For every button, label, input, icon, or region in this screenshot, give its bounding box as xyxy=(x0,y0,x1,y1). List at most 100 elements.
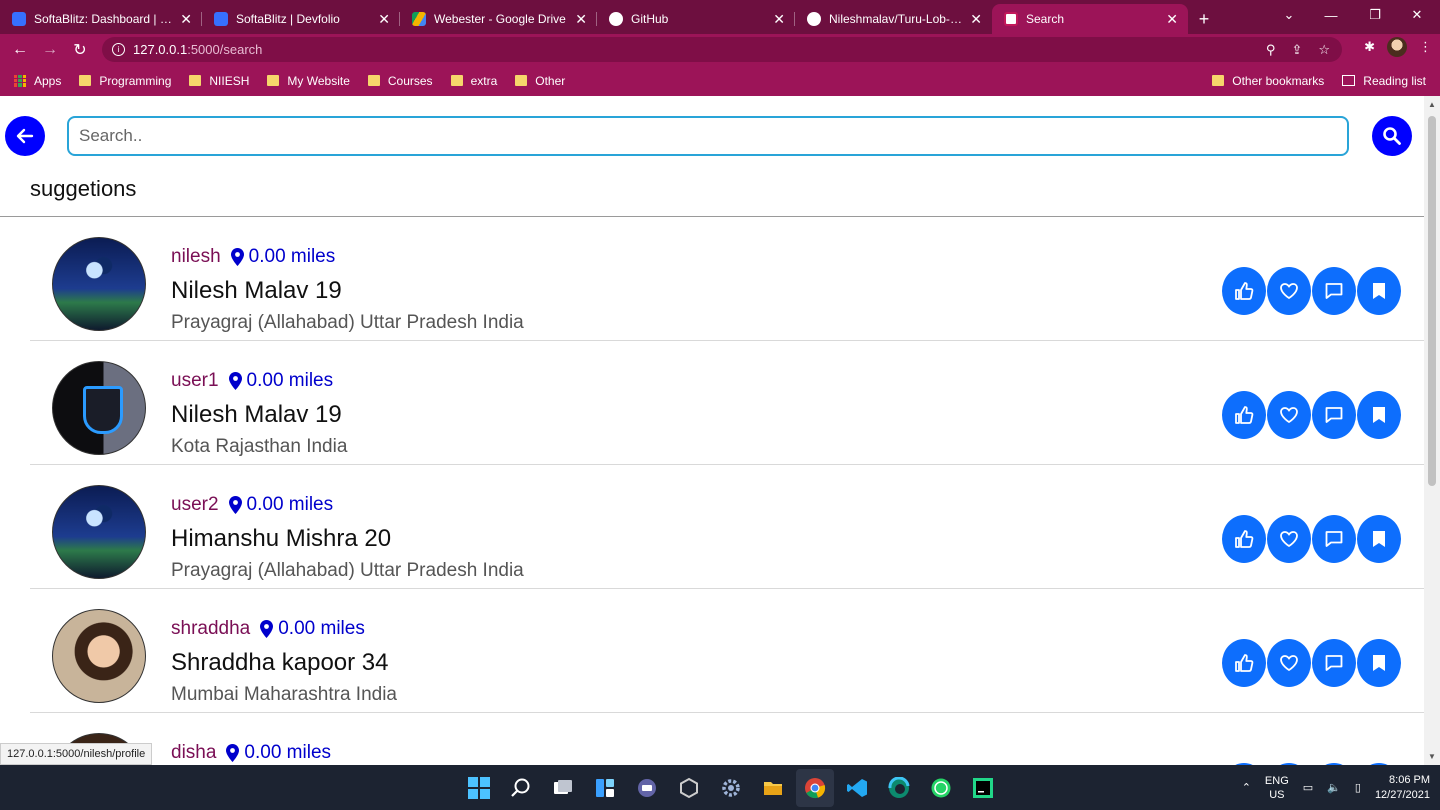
favorite-button[interactable] xyxy=(1267,515,1311,563)
tab-github-repo[interactable]: Nileshmalav/Turu-Lob-By-T ✕ xyxy=(795,4,992,34)
close-tab-icon[interactable]: ✕ xyxy=(970,11,982,28)
section-title: suggetions xyxy=(30,176,137,201)
scrollbar-thumb[interactable] xyxy=(1428,116,1436,486)
username-link[interactable]: disha xyxy=(171,742,216,764)
address-toolbar: ← → ↻ i 127.0.0.1:5000/search ⚲ ⇪ ☆ ✱ ⋮ xyxy=(0,34,1440,65)
profile-picture[interactable] xyxy=(52,485,146,579)
favorite-button[interactable] xyxy=(1267,639,1311,687)
vscode-icon[interactable] xyxy=(838,769,876,807)
close-tab-icon[interactable]: ✕ xyxy=(575,11,587,28)
battery-icon[interactable]: ▯ xyxy=(1355,781,1361,794)
restore-icon[interactable]: ❐ xyxy=(1352,0,1398,30)
heart-icon xyxy=(1280,407,1298,424)
menu-icon[interactable]: ⋮ xyxy=(1419,39,1432,55)
minimize-icon[interactable]: — xyxy=(1308,0,1354,30)
bookmark-folder[interactable]: Courses xyxy=(367,74,433,88)
user-card[interactable]: user1 0.00 miles Nilesh Malav 19 Kota Rajas… xyxy=(30,341,1424,465)
tab-search[interactable]: Search ✕ xyxy=(992,4,1188,34)
unity-icon[interactable] xyxy=(670,769,708,807)
bookmark-button[interactable] xyxy=(1357,515,1401,563)
tab-softablitz-dashboard[interactable]: SoftaBlitz: Dashboard | Devfolio ✕ xyxy=(0,4,202,34)
bookmark-apps[interactable]: Apps xyxy=(14,74,61,88)
language-indicator[interactable]: ENG US xyxy=(1265,774,1289,802)
display-icon[interactable]: ▭ xyxy=(1303,781,1313,794)
chrome-icon[interactable] xyxy=(796,769,834,807)
location-icon[interactable]: ⚲ xyxy=(1266,42,1276,58)
tab-search-dropdown-icon[interactable]: ⌄ xyxy=(1266,0,1312,30)
bookmark-folder[interactable]: Other xyxy=(515,74,565,88)
search-button[interactable] xyxy=(1372,116,1412,156)
profile-picture[interactable] xyxy=(52,237,146,331)
back-button[interactable] xyxy=(5,116,45,156)
file-explorer-icon[interactable] xyxy=(754,769,792,807)
url-bar[interactable]: i 127.0.0.1:5000/search ⚲ ⇪ ☆ xyxy=(102,37,1342,62)
like-button[interactable] xyxy=(1222,267,1266,315)
task-view-icon[interactable] xyxy=(544,769,582,807)
bookmark-button[interactable] xyxy=(1357,391,1401,439)
username-link[interactable]: shraddha xyxy=(171,618,250,640)
profile-picture[interactable] xyxy=(52,609,146,703)
edge-icon[interactable] xyxy=(880,769,918,807)
bookmark-button[interactable] xyxy=(1357,267,1401,315)
like-button[interactable] xyxy=(1222,639,1266,687)
taskbar-search-icon[interactable] xyxy=(502,769,540,807)
profile-picture[interactable] xyxy=(52,361,146,455)
clock[interactable]: 8:06 PM 12/27/2021 xyxy=(1375,773,1430,803)
settings-gear-icon[interactable] xyxy=(712,769,750,807)
favorite-button[interactable] xyxy=(1267,391,1311,439)
user-card[interactable]: nilesh 0.00 miles Nilesh Malav 19 Prayagraj… xyxy=(30,217,1424,341)
bookmark-button[interactable] xyxy=(1357,639,1401,687)
message-button[interactable] xyxy=(1312,267,1356,315)
close-tab-icon[interactable]: ✕ xyxy=(773,11,785,28)
reload-icon[interactable]: ↻ xyxy=(65,35,95,65)
username-link[interactable]: nilesh xyxy=(171,246,221,268)
bookmark-folder[interactable]: NIIESH xyxy=(189,74,249,88)
reading-list[interactable]: Reading list xyxy=(1342,74,1426,88)
user-actions xyxy=(1222,515,1401,563)
user-card[interactable]: user2 0.00 miles Himanshu Mishra 20 Prayagr… xyxy=(30,465,1424,589)
lang-code: ENG xyxy=(1264,774,1289,787)
close-tab-icon[interactable]: ✕ xyxy=(1166,11,1178,28)
map-pin-icon xyxy=(260,620,274,638)
user-card[interactable]: disha 0.00 miles xyxy=(30,713,1424,765)
widgets-icon[interactable] xyxy=(586,769,624,807)
close-window-icon[interactable]: ✕ xyxy=(1394,0,1440,30)
message-button[interactable] xyxy=(1312,391,1356,439)
username-link[interactable]: user2 xyxy=(171,494,219,516)
bookmark-folder[interactable]: Programming xyxy=(79,74,171,88)
site-info-icon[interactable]: i xyxy=(112,43,125,56)
favorite-button[interactable] xyxy=(1267,267,1311,315)
scroll-up-icon[interactable]: ▲ xyxy=(1428,100,1436,109)
folder-icon xyxy=(367,75,380,86)
close-tab-icon[interactable]: ✕ xyxy=(378,11,390,28)
tab-softablitz-devfolio[interactable]: SoftaBlitz | Devfolio ✕ xyxy=(202,4,400,34)
close-tab-icon[interactable]: ✕ xyxy=(180,11,192,28)
profile-avatar[interactable] xyxy=(1387,37,1407,57)
username-link[interactable]: user1 xyxy=(171,370,219,392)
bookmark-star-icon[interactable]: ☆ xyxy=(1318,42,1330,58)
other-bookmarks[interactable]: Other bookmarks xyxy=(1212,74,1324,88)
pycharm-icon[interactable] xyxy=(964,769,1002,807)
scroll-down-icon[interactable]: ▼ xyxy=(1428,752,1436,761)
teams-chat-icon[interactable] xyxy=(628,769,666,807)
volume-icon[interactable]: 🔈 xyxy=(1327,781,1341,794)
new-tab-button[interactable]: + xyxy=(1188,4,1220,34)
bookmark-folder[interactable]: My Website xyxy=(267,74,350,88)
tab-github[interactable]: GitHub ✕ xyxy=(597,4,795,34)
whatsapp-icon[interactable] xyxy=(922,769,960,807)
back-icon[interactable]: ← xyxy=(5,35,35,65)
tray-overflow-icon[interactable]: ⌃ xyxy=(1242,781,1251,794)
extensions-icon[interactable]: ✱ xyxy=(1364,39,1375,55)
message-button[interactable] xyxy=(1312,639,1356,687)
like-button[interactable] xyxy=(1222,515,1266,563)
start-icon[interactable] xyxy=(460,769,498,807)
search-input[interactable] xyxy=(67,116,1349,156)
message-button[interactable] xyxy=(1312,515,1356,563)
user-card[interactable]: shraddha 0.00 miles Shraddha kapoor 34 Mumb… xyxy=(30,589,1424,713)
like-button[interactable] xyxy=(1222,391,1266,439)
page-scrollbar[interactable]: ▲ ▼ xyxy=(1424,96,1440,765)
tab-google-drive[interactable]: Webester - Google Drive ✕ xyxy=(400,4,597,34)
forward-icon[interactable]: → xyxy=(35,35,65,65)
share-icon[interactable]: ⇪ xyxy=(1291,42,1302,58)
bookmark-folder[interactable]: extra xyxy=(450,74,497,88)
